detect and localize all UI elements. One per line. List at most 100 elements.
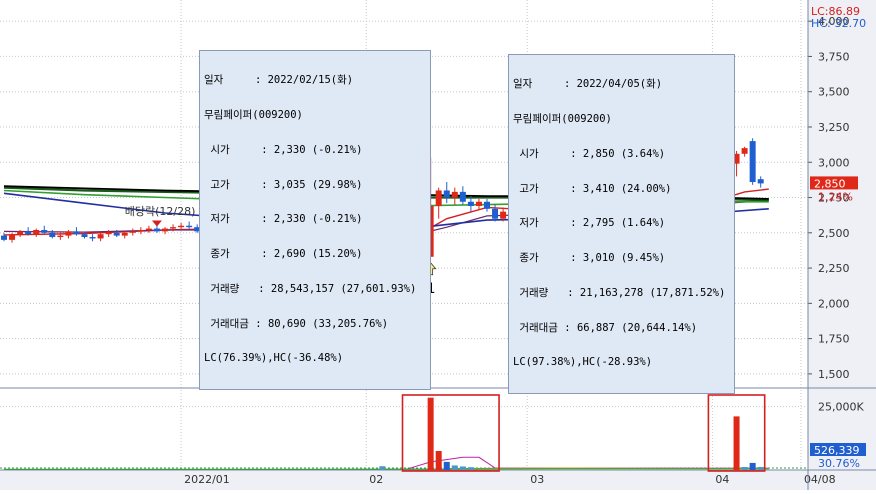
current-volume-label: 526,339 bbox=[814, 444, 860, 457]
tooltip-row-value: : 2,850 (3.64%) bbox=[570, 147, 666, 160]
tooltip-row: 거래대금 : 66,887 (20,644.14%) bbox=[513, 321, 730, 335]
tooltip-row-value: : 2,330 (-0.21%) bbox=[261, 213, 363, 226]
volume-bar bbox=[741, 466, 748, 470]
tooltip-row-label: 시가 bbox=[210, 143, 230, 156]
candle-body bbox=[500, 211, 507, 219]
candle-body bbox=[105, 232, 112, 235]
tooltip-row: 거래량 : 28,543,157 (27,601.93%) bbox=[204, 282, 426, 296]
candle-body bbox=[41, 229, 48, 233]
candle-body bbox=[757, 179, 764, 184]
x-axis-bg bbox=[0, 470, 808, 490]
tooltip-feb15: 일자 : 2022/02/15(화) 무림페이퍼(009200) 시가 : 2,… bbox=[199, 50, 431, 391]
tooltip-stock-name: 무림페이퍼(009200) bbox=[513, 112, 612, 125]
volume-bar bbox=[435, 451, 442, 470]
price-tick-label: 3,750 bbox=[818, 50, 850, 63]
volume-bar bbox=[749, 462, 756, 470]
tooltip-row: 종가 : 2,690 (15.20%) bbox=[204, 248, 426, 261]
tooltip-footer: LC(76.39%),HC(-36.48%) bbox=[204, 352, 344, 365]
price-axis-bg bbox=[808, 0, 876, 490]
tooltip-row: 거래대금 : 80,690 (33,205.76%) bbox=[204, 317, 426, 331]
dividend-marker bbox=[151, 220, 162, 227]
candle-body bbox=[81, 234, 88, 238]
candle-body bbox=[121, 232, 128, 236]
candle-body bbox=[65, 231, 72, 236]
tooltip-row-value: : 80,690 (33,205.76%) bbox=[255, 317, 389, 330]
tooltip-date-label: 일자 bbox=[513, 78, 533, 91]
tooltip-row-label: 저가 bbox=[519, 217, 539, 230]
candle-body bbox=[57, 235, 64, 238]
tooltip-row-label: 고가 bbox=[519, 182, 539, 195]
stock-chart: 4,000 3,750 3,500 3,250 3,000 2,750 2,500 2,250… bbox=[0, 0, 876, 490]
candle-body bbox=[484, 201, 490, 209]
volume-bar bbox=[379, 466, 386, 470]
dividend-label: 배당락(12/28) bbox=[125, 205, 196, 218]
tooltip-row-value: : 2,690 (15.20%) bbox=[261, 248, 363, 261]
tooltip-row-label: 저가 bbox=[210, 213, 230, 226]
volume-bar bbox=[757, 466, 764, 470]
candle-body bbox=[25, 231, 32, 235]
tooltip-row-value: : 28,543,157 (27,601.93%) bbox=[258, 282, 417, 295]
tooltip-row-label: 거래량 bbox=[519, 286, 549, 299]
price-tick-label: 1,750 bbox=[818, 333, 850, 346]
tooltip-date-row: 일자 : 2022/02/15(화) bbox=[204, 74, 426, 87]
candle-body bbox=[475, 201, 482, 206]
tooltip-row-value: : 3,410 (24.00%) bbox=[570, 182, 672, 195]
current-price-label: 2,850 bbox=[814, 177, 846, 190]
tooltip-row-label: 거래량 bbox=[210, 282, 240, 295]
tooltip-row-label: 시가 bbox=[519, 147, 539, 160]
tooltip-row: 거래량 : 21,163,278 (17,871.52%) bbox=[513, 286, 730, 300]
tooltip-row-label: 종가 bbox=[519, 252, 539, 265]
tooltip-row-label: 고가 bbox=[210, 178, 230, 191]
current-change-label: 1.24% bbox=[818, 190, 853, 203]
volume-tick-label: 25,000K bbox=[818, 401, 864, 414]
volume-average-line bbox=[4, 468, 769, 470]
tooltip-row: 시가 : 2,850 (3.64%) bbox=[513, 147, 730, 161]
tooltip-row: 시가 : 2,330 (-0.21%) bbox=[204, 143, 426, 157]
tooltip-row: 종가 : 3,010 (9.45%) bbox=[513, 252, 730, 265]
candle-body bbox=[459, 191, 466, 202]
tooltip-row: 저가 : 2,795 (1.64%) bbox=[513, 218, 730, 230]
volume-bar bbox=[323, 469, 329, 470]
tooltip-row-value: : 3,010 (9.45%) bbox=[570, 252, 666, 265]
candle-body bbox=[178, 225, 185, 228]
candle-body bbox=[492, 208, 499, 219]
candle-body bbox=[153, 228, 160, 232]
x-tick-label: 04 bbox=[715, 473, 729, 486]
tooltip-date-value: : 2022/02/15(화) bbox=[254, 74, 354, 87]
tooltip-row-label: 종가 bbox=[210, 248, 230, 261]
tooltip-row-label: 거래대금 bbox=[210, 317, 249, 330]
price-tick-label: 2,250 bbox=[818, 262, 850, 275]
candle-body bbox=[73, 231, 80, 235]
candle-body bbox=[17, 231, 24, 235]
candle-body bbox=[9, 234, 16, 240]
tooltip-row: 고가 : 3,410 (24.00%) bbox=[513, 182, 730, 196]
candle-body bbox=[467, 201, 474, 206]
volume-bar bbox=[451, 465, 458, 470]
candle-body bbox=[443, 190, 450, 198]
tooltip-row: 저가 : 2,330 (-0.21%) bbox=[204, 214, 426, 226]
candle-body bbox=[435, 190, 442, 206]
tooltip-row-value: : 66,887 (20,644.14%) bbox=[564, 321, 698, 334]
candle-body bbox=[170, 227, 177, 229]
tooltip-row-value: : 3,035 (29.98%) bbox=[261, 178, 363, 191]
price-tick-label: 3,000 bbox=[818, 156, 850, 169]
tooltip-row-label: 거래대금 bbox=[519, 321, 558, 334]
hc-label: HC:-32.70 bbox=[811, 17, 866, 30]
price-tick-label: 2,000 bbox=[818, 297, 850, 310]
candle-body bbox=[1, 235, 7, 240]
tooltip-date-label: 일자 bbox=[204, 74, 224, 87]
candle-body bbox=[89, 237, 96, 239]
candle-body bbox=[741, 148, 748, 154]
tooltip-row-value: : 2,795 (1.64%) bbox=[570, 217, 666, 230]
price-tick-label: 1,500 bbox=[818, 368, 850, 381]
candle-body bbox=[186, 225, 193, 228]
candle-body bbox=[137, 229, 144, 232]
x-tick-label: 04/08 bbox=[804, 473, 836, 486]
candle-body bbox=[97, 234, 104, 239]
tooltip-apr05: 일자 : 2022/04/05(화) 무림페이퍼(009200) 시가 : 2,… bbox=[508, 54, 735, 395]
volume-bar bbox=[427, 397, 434, 470]
tooltip-date-row: 일자 : 2022/04/05(화) bbox=[513, 78, 730, 91]
candle-body bbox=[749, 141, 756, 183]
volume-bar bbox=[443, 461, 450, 470]
price-tick-label: 3,500 bbox=[818, 86, 850, 99]
